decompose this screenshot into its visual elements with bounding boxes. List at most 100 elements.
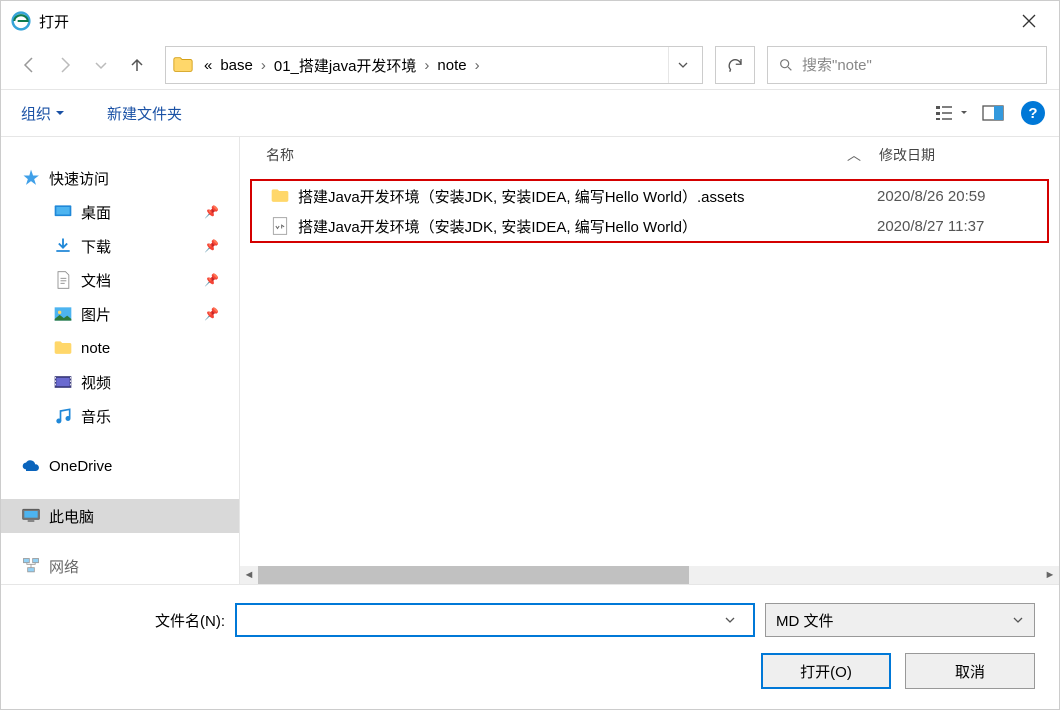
- nav-bar: « base › 01_搭建java开发环境 › note ›: [1, 41, 1059, 89]
- column-date[interactable]: 修改日期: [869, 145, 1059, 165]
- scroll-left-icon[interactable]: ◄: [240, 566, 258, 584]
- download-icon: [53, 236, 73, 256]
- folder-icon: [172, 54, 194, 76]
- sidebar-item-label: 视频: [81, 372, 111, 393]
- document-icon: [53, 270, 73, 290]
- chevron-down-icon: [1012, 614, 1024, 626]
- sidebar-downloads[interactable]: 下载 📌: [1, 229, 239, 263]
- sidebar-note[interactable]: note: [1, 331, 239, 365]
- back-button[interactable]: [13, 49, 45, 81]
- forward-button[interactable]: [49, 49, 81, 81]
- sidebar-network[interactable]: 网络: [1, 549, 239, 583]
- close-button[interactable]: [1009, 1, 1049, 41]
- pin-icon: 📌: [204, 205, 219, 219]
- help-button[interactable]: ?: [1021, 101, 1045, 125]
- sidebar-item-label: 桌面: [81, 202, 111, 223]
- sidebar-item-label: note: [81, 340, 110, 357]
- sidebar-item-label: 快速访问: [49, 168, 109, 189]
- network-icon: [21, 556, 41, 576]
- folder-icon: [270, 186, 290, 206]
- view-mode-button[interactable]: [927, 97, 975, 129]
- pin-icon: 📌: [204, 307, 219, 321]
- folder-icon: [53, 338, 73, 358]
- sidebar-pictures[interactable]: 图片 📌: [1, 297, 239, 331]
- scroll-track[interactable]: [258, 566, 1041, 584]
- sidebar-documents[interactable]: 文档 📌: [1, 263, 239, 297]
- chevron-right-icon: ›: [257, 57, 270, 74]
- up-button[interactable]: [121, 49, 153, 81]
- preview-pane-button[interactable]: [975, 97, 1011, 129]
- column-name[interactable]: 名称: [240, 145, 839, 165]
- chevron-right-icon: ›: [420, 57, 433, 74]
- file-pane: 名称 ︿ 修改日期 搭建Java开发环境（安装JDK, 安装IDEA, 编写He…: [240, 137, 1059, 584]
- file-row[interactable]: 搭建Java开发环境（安装JDK, 安装IDEA, 编写Hello World）…: [250, 179, 1049, 211]
- markdown-file-icon: [270, 216, 290, 236]
- search-input[interactable]: [802, 57, 1036, 74]
- cancel-button[interactable]: 取消: [905, 653, 1035, 689]
- video-icon: [53, 372, 73, 392]
- column-headers[interactable]: 名称 ︿ 修改日期: [240, 137, 1059, 173]
- sidebar-item-label: 网络: [49, 556, 79, 577]
- desktop-icon: [53, 202, 73, 222]
- sidebar-item-label: OneDrive: [49, 458, 112, 475]
- sidebar-onedrive[interactable]: OneDrive: [1, 449, 239, 483]
- file-name: 搭建Java开发环境（安装JDK, 安装IDEA, 编写Hello World）…: [298, 186, 869, 207]
- organize-label: 组织: [21, 103, 51, 124]
- window-title: 打开: [39, 11, 1009, 32]
- new-folder-label: 新建文件夹: [107, 103, 182, 124]
- filetype-label: MD 文件: [776, 610, 834, 631]
- main-area: 快速访问 桌面 📌 下载 📌 文档 📌 图片 📌 note 视频: [1, 137, 1059, 584]
- filename-input-wrapper[interactable]: [235, 603, 755, 637]
- filename-dropdown[interactable]: [724, 614, 746, 626]
- open-button[interactable]: 打开(O): [761, 653, 891, 689]
- sidebar-quick-access[interactable]: 快速访问: [1, 161, 239, 195]
- file-date: 2020/8/26 20:59: [877, 188, 1047, 205]
- sidebar-item-label: 图片: [81, 304, 111, 325]
- horizontal-scrollbar[interactable]: ◄ ►: [240, 566, 1059, 584]
- title-bar: 打开: [1, 1, 1059, 41]
- search-box[interactable]: [767, 46, 1047, 84]
- cloud-icon: [21, 456, 41, 476]
- filetype-select[interactable]: MD 文件: [765, 603, 1035, 637]
- edge-icon: [11, 11, 31, 31]
- sidebar-music[interactable]: 音乐: [1, 399, 239, 433]
- recent-dropdown[interactable]: [85, 49, 117, 81]
- breadcrumb-item[interactable]: note: [433, 55, 470, 76]
- pin-icon: 📌: [204, 273, 219, 287]
- breadcrumb: « base › 01_搭建java开发环境 › note ›: [200, 53, 662, 78]
- star-icon: [21, 168, 41, 188]
- file-name: 搭建Java开发环境（安装JDK, 安装IDEA, 编写Hello World）: [298, 216, 869, 237]
- pc-icon: [21, 506, 41, 526]
- address-dropdown[interactable]: [668, 47, 696, 83]
- bottom-panel: 文件名(N): MD 文件 打开(O) 取消: [1, 584, 1059, 709]
- scroll-thumb[interactable]: [258, 566, 689, 584]
- scroll-right-icon[interactable]: ►: [1041, 566, 1059, 584]
- sidebar-desktop[interactable]: 桌面 📌: [1, 195, 239, 229]
- sidebar-this-pc[interactable]: 此电脑: [1, 499, 239, 533]
- breadcrumb-item[interactable]: 01_搭建java开发环境: [270, 53, 421, 78]
- organize-menu[interactable]: 组织: [15, 99, 71, 128]
- sidebar-videos[interactable]: 视频: [1, 365, 239, 399]
- toolbar: 组织 新建文件夹 ?: [1, 89, 1059, 137]
- sidebar[interactable]: 快速访问 桌面 📌 下载 📌 文档 📌 图片 📌 note 视频: [1, 137, 240, 584]
- breadcrumb-item[interactable]: base: [216, 55, 257, 76]
- refresh-button[interactable]: [715, 46, 755, 84]
- sidebar-item-label: 下载: [81, 236, 111, 257]
- filename-label: 文件名(N):: [125, 610, 225, 631]
- music-icon: [53, 406, 73, 426]
- pictures-icon: [53, 304, 73, 324]
- search-icon: [778, 57, 794, 73]
- sidebar-item-label: 音乐: [81, 406, 111, 427]
- chevron-right-icon: ›: [471, 57, 484, 74]
- pin-icon: 📌: [204, 239, 219, 253]
- file-date: 2020/8/27 11:37: [877, 218, 1047, 235]
- address-bar[interactable]: « base › 01_搭建java开发环境 › note ›: [165, 46, 703, 84]
- sort-indicator-icon: ︿: [839, 145, 869, 165]
- new-folder-button[interactable]: 新建文件夹: [101, 99, 188, 128]
- file-list[interactable]: 搭建Java开发环境（安装JDK, 安装IDEA, 编写Hello World）…: [240, 173, 1059, 566]
- sidebar-item-label: 文档: [81, 270, 111, 291]
- sidebar-item-label: 此电脑: [49, 506, 94, 527]
- filename-input[interactable]: [244, 612, 724, 629]
- file-row[interactable]: 搭建Java开发环境（安装JDK, 安装IDEA, 编写Hello World）…: [250, 211, 1049, 243]
- breadcrumb-prefix[interactable]: «: [200, 55, 216, 76]
